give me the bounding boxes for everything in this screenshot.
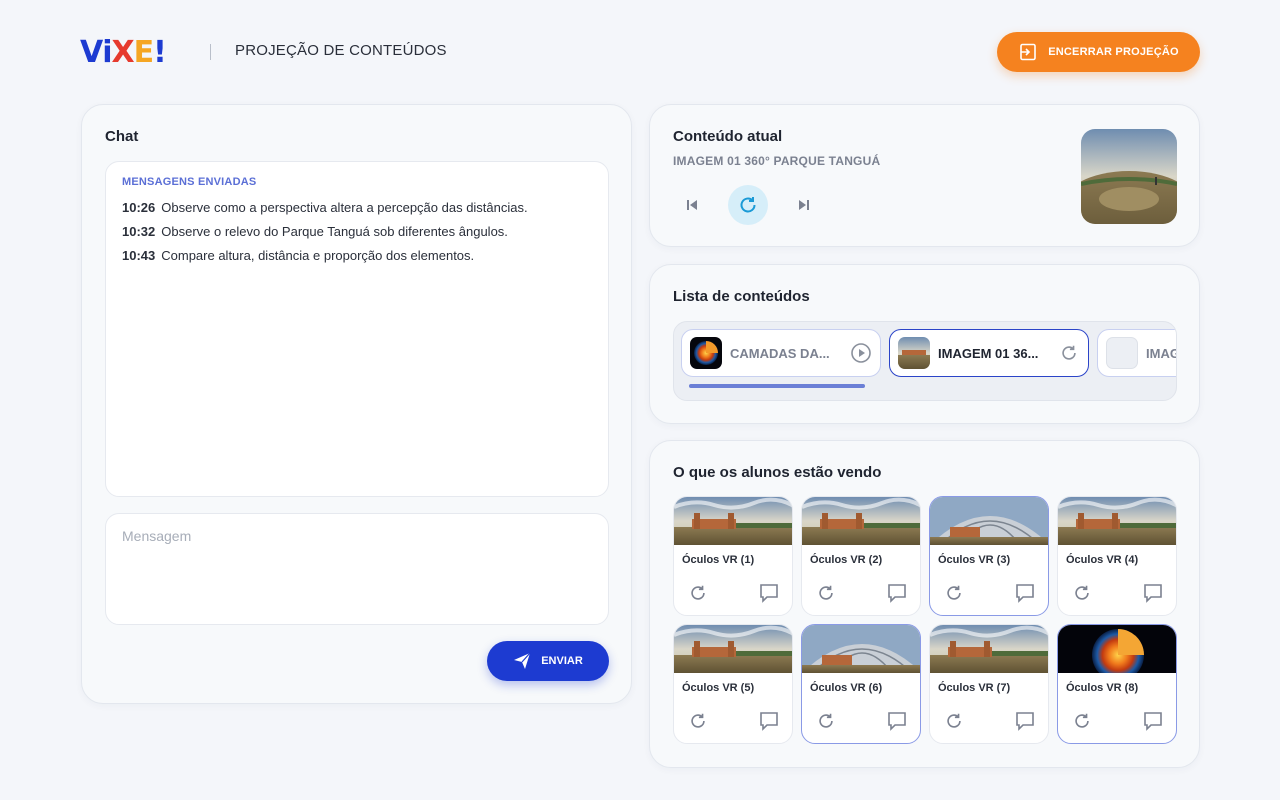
- current-content-title: Conteúdo atual: [673, 128, 783, 145]
- reload-icon[interactable]: [1070, 709, 1094, 733]
- content-item-thumbnail: [898, 337, 930, 369]
- reload-icon[interactable]: [1058, 343, 1080, 363]
- device-view-thumbnail: [930, 625, 1048, 673]
- device-label: Óculos VR (5): [682, 682, 755, 694]
- device-label: Óculos VR (6): [810, 682, 883, 694]
- reload-icon[interactable]: [942, 709, 966, 733]
- device-view-thumbnail: [802, 497, 920, 545]
- message-input[interactable]: [106, 514, 608, 624]
- content-list-panel: Lista de conteúdos CAMADAS DA... IMAGEM …: [649, 264, 1200, 424]
- device-tile[interactable]: Óculos VR (5): [673, 624, 793, 744]
- message-text: Compare altura, distância e proporção do…: [161, 248, 475, 263]
- device-tile[interactable]: Óculos VR (3): [929, 496, 1049, 616]
- skip-previous-icon: [687, 200, 697, 210]
- reload-icon: [740, 197, 756, 213]
- chat-bubble-icon[interactable]: [885, 581, 909, 605]
- chat-bubble-icon[interactable]: [1141, 581, 1165, 605]
- message-text: Observe como a perspectiva altera a perc…: [161, 200, 528, 215]
- message-time: 10:32: [122, 224, 156, 239]
- reload-icon[interactable]: [1070, 581, 1094, 605]
- students-view-title: O que os alunos estão vendo: [673, 464, 882, 481]
- end-projection-label: ENCERRAR PROJEÇÃO: [1048, 46, 1179, 58]
- send-button[interactable]: ENVIAR: [487, 641, 609, 681]
- device-view-thumbnail: [1058, 625, 1176, 673]
- reload-icon[interactable]: [814, 709, 838, 733]
- page-title: PROJEÇÃO DE CONTEÚDOS: [235, 42, 447, 59]
- device-tile[interactable]: Óculos VR (6): [801, 624, 921, 744]
- header-separator: [210, 44, 211, 60]
- chat-title: Chat: [105, 128, 139, 145]
- device-view-thumbnail: [1058, 497, 1176, 545]
- content-item-label: IMAGEM 01 36...: [938, 345, 1039, 361]
- content-item-label: IMAG: [1146, 345, 1177, 361]
- sent-messages-heading: MENSAGENS ENVIADAS: [122, 176, 257, 188]
- device-view-thumbnail: [930, 497, 1048, 545]
- chat-panel: Chat MENSAGENS ENVIADAS 10:26 Observe com…: [81, 104, 632, 704]
- sent-messages-box: MENSAGENS ENVIADAS 10:26 Observe como a p…: [105, 161, 609, 497]
- current-content-panel: Conteúdo atual IMAGEM 01 360° PARQUE TAN…: [649, 104, 1200, 247]
- chat-bubble-icon[interactable]: [885, 709, 909, 733]
- play-icon[interactable]: [850, 342, 872, 364]
- message-row: 10:32 Observe o relevo do Parque Tanguá s…: [122, 220, 592, 244]
- current-content-thumbnail: [1081, 129, 1177, 224]
- device-tile[interactable]: Óculos VR (1): [673, 496, 793, 616]
- device-label: Óculos VR (3): [938, 554, 1011, 566]
- content-item-label: CAMADAS DA...: [730, 345, 830, 361]
- chat-bubble-icon[interactable]: [1141, 709, 1165, 733]
- device-label: Óculos VR (8): [1066, 682, 1139, 694]
- message-time: 10:26: [122, 200, 156, 215]
- chat-bubble-icon[interactable]: [757, 581, 781, 605]
- skip-next-icon: [799, 200, 809, 210]
- content-item-selected[interactable]: IMAGEM 01 36...: [889, 329, 1089, 377]
- chat-bubble-icon[interactable]: [1013, 709, 1037, 733]
- message-input-box: [105, 513, 609, 625]
- message-row: 10:26 Observe como a perspectiva altera a…: [122, 196, 592, 220]
- exit-icon: [1020, 43, 1037, 61]
- next-button[interactable]: [784, 185, 824, 225]
- end-projection-button[interactable]: ENCERRAR PROJEÇÃO: [997, 32, 1200, 72]
- device-label: Óculos VR (4): [1066, 554, 1139, 566]
- reload-icon[interactable]: [942, 581, 966, 605]
- device-view-thumbnail: [674, 625, 792, 673]
- device-tile[interactable]: Óculos VR (4): [1057, 496, 1177, 616]
- students-view-panel: O que os alunos estão vendo Óculos VR (1…: [649, 440, 1200, 768]
- content-item-thumbnail: [1106, 337, 1138, 369]
- device-tile[interactable]: Óculos VR (2): [801, 496, 921, 616]
- device-label: Óculos VR (7): [938, 682, 1011, 694]
- device-view-thumbnail: [674, 497, 792, 545]
- content-list-title: Lista de conteúdos: [673, 288, 810, 305]
- device-view-thumbnail: [802, 625, 920, 673]
- chat-bubble-icon[interactable]: [757, 709, 781, 733]
- device-tile[interactable]: Óculos VR (8): [1057, 624, 1177, 744]
- message-time: 10:43: [122, 248, 156, 263]
- content-item[interactable]: CAMADAS DA...: [681, 329, 881, 377]
- reload-icon[interactable]: [686, 581, 710, 605]
- vixe-logo: Vi X E!: [80, 34, 167, 70]
- previous-button[interactable]: [672, 185, 712, 225]
- reload-icon[interactable]: [686, 709, 710, 733]
- device-label: Óculos VR (2): [810, 554, 883, 566]
- device-label: Óculos VR (1): [682, 554, 755, 566]
- send-label: ENVIAR: [541, 655, 583, 667]
- reload-icon[interactable]: [814, 581, 838, 605]
- current-content-subtitle: IMAGEM 01 360° PARQUE TANGUÁ: [673, 154, 881, 168]
- device-tile[interactable]: Óculos VR (7): [929, 624, 1049, 744]
- message-text: Observe o relevo do Parque Tanguá sob di…: [161, 224, 508, 239]
- reload-button[interactable]: [728, 185, 768, 225]
- content-item[interactable]: IMAG: [1097, 329, 1177, 377]
- message-row: 10:43 Compare altura, distância e proporç…: [122, 244, 592, 268]
- chat-bubble-icon[interactable]: [1013, 581, 1037, 605]
- content-list-scrollbar[interactable]: [689, 384, 865, 388]
- send-icon: [514, 652, 531, 669]
- content-item-thumbnail: [690, 337, 722, 369]
- content-list-track: CAMADAS DA... IMAGEM 01 36... IMAG: [673, 321, 1177, 401]
